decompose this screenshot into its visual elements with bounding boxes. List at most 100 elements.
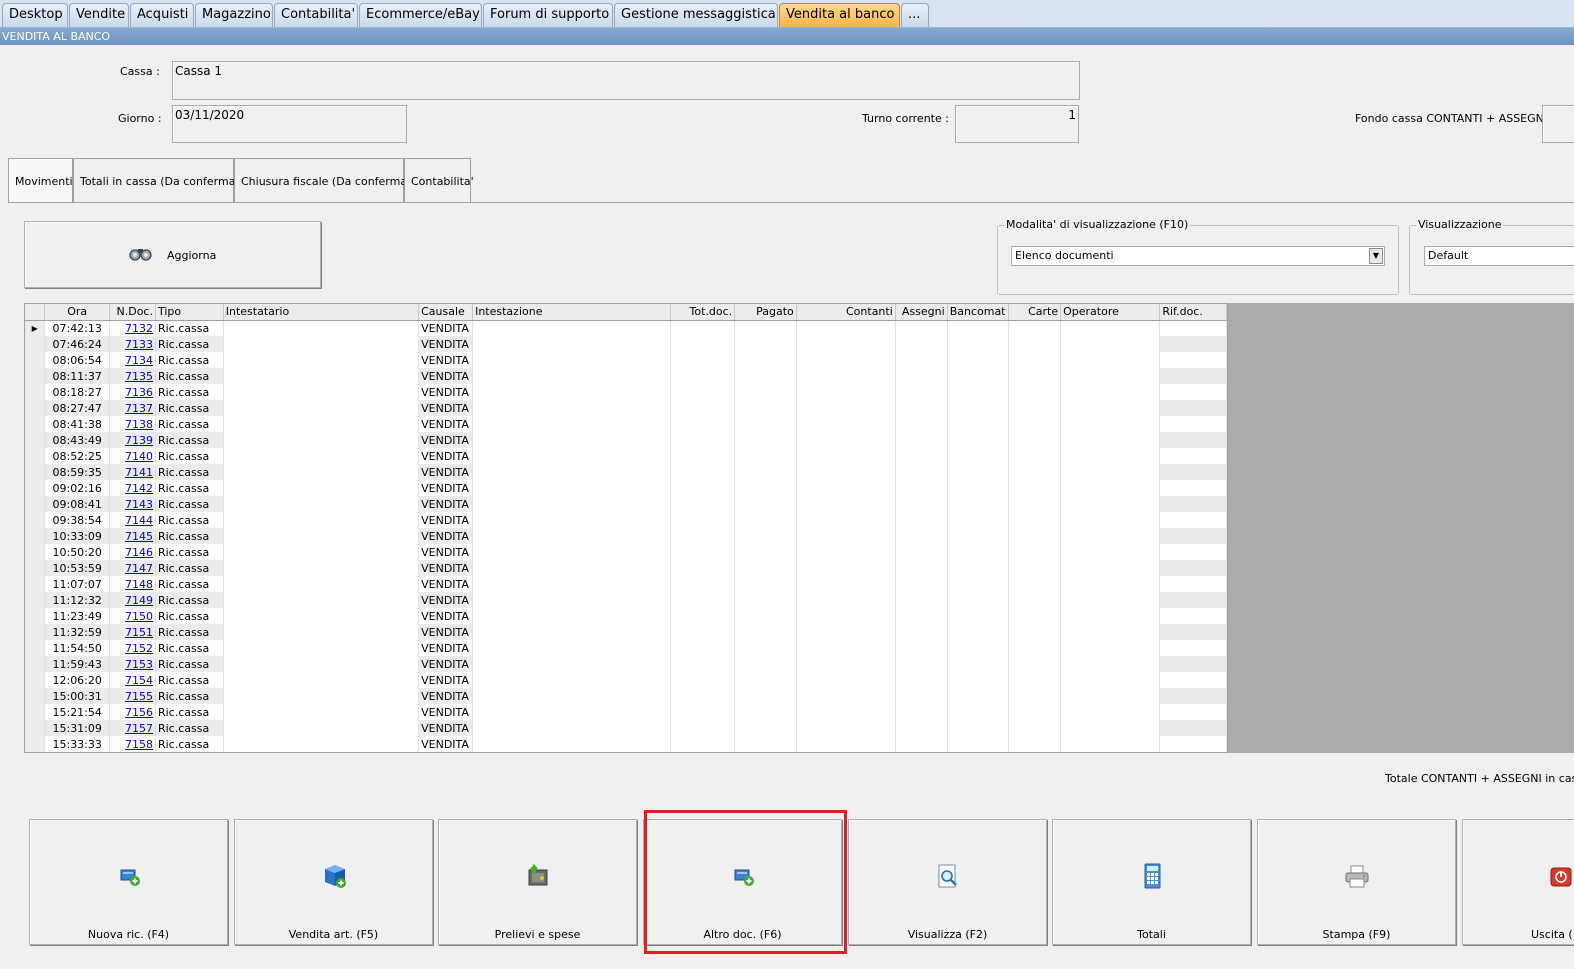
col-bancomat[interactable]: Bancomat bbox=[947, 304, 1009, 321]
tab-desktop[interactable]: Desktop bbox=[2, 3, 68, 27]
cell-ndoc[interactable]: 7142 bbox=[109, 480, 156, 496]
table-row[interactable]: 11:12:32 7149 Ric.cassa VENDITA bbox=[25, 592, 1227, 608]
col-ora[interactable]: Ora bbox=[44, 304, 111, 321]
table-row[interactable]: 08:06:54 7134 Ric.cassa VENDITA bbox=[25, 352, 1227, 368]
giorno-field[interactable]: 03/11/2020 bbox=[172, 105, 407, 143]
col-intestazione[interactable]: Intestazione bbox=[472, 304, 671, 321]
tab-vendita-banco[interactable]: Vendita al banco bbox=[779, 3, 900, 27]
cell-ndoc[interactable]: 7144 bbox=[109, 512, 156, 528]
table-row[interactable]: 15:31:09 7157 Ric.cassa VENDITA bbox=[25, 720, 1227, 736]
table-row[interactable]: 10:50:20 7146 Ric.cassa VENDITA bbox=[25, 544, 1227, 560]
vendita-articolo-button[interactable]: Vendita art. (F5) bbox=[234, 819, 433, 945]
table-row[interactable]: 08:43:49 7139 Ric.cassa VENDITA bbox=[25, 432, 1227, 448]
col-ndoc[interactable]: N.Doc. bbox=[109, 304, 156, 321]
col-assegni[interactable]: Assegni bbox=[895, 304, 948, 321]
table-row[interactable]: 07:46:24 7133 Ric.cassa VENDITA bbox=[25, 336, 1227, 352]
tab-forum[interactable]: Forum di supporto bbox=[483, 3, 613, 27]
uscita-button[interactable]: Uscita ( bbox=[1462, 819, 1574, 945]
cell-ndoc[interactable]: 7149 bbox=[109, 592, 156, 608]
cell-pagato bbox=[734, 480, 797, 496]
col-totdoc[interactable]: Tot.doc. bbox=[670, 304, 736, 321]
cell-ndoc[interactable]: 7148 bbox=[109, 576, 156, 592]
prelievi-spese-button[interactable]: Prelievi e spese bbox=[438, 819, 637, 945]
cell-ndoc[interactable]: 7132 bbox=[109, 320, 156, 336]
table-row[interactable]: 11:54:50 7152 Ric.cassa VENDITA bbox=[25, 640, 1227, 656]
cell-ndoc[interactable]: 7137 bbox=[109, 400, 156, 416]
cell-ndoc[interactable]: 7157 bbox=[109, 720, 156, 736]
table-row[interactable]: 08:27:47 7137 Ric.cassa VENDITA bbox=[25, 400, 1227, 416]
tab-messaggistica[interactable]: Gestione messaggistica bbox=[614, 3, 778, 27]
cell-ndoc[interactable]: 7146 bbox=[109, 544, 156, 560]
chevron-down-icon[interactable]: ▼ bbox=[1369, 248, 1383, 264]
cell-ndoc[interactable]: 7135 bbox=[109, 368, 156, 384]
col-carte[interactable]: Carte bbox=[1008, 304, 1062, 321]
table-row[interactable]: 09:38:54 7144 Ric.cassa VENDITA bbox=[25, 512, 1227, 528]
table-row[interactable]: 09:02:16 7142 Ric.cassa VENDITA bbox=[25, 480, 1227, 496]
visualizza-button[interactable]: Visualizza (F2) bbox=[848, 819, 1047, 945]
cell-ndoc[interactable]: 7154 bbox=[109, 672, 156, 688]
altro-documento-button[interactable]: Altro doc. (F6) bbox=[643, 819, 842, 945]
table-row[interactable]: 08:11:37 7135 Ric.cassa VENDITA bbox=[25, 368, 1227, 384]
totali-button[interactable]: Totali bbox=[1052, 819, 1251, 945]
cell-ndoc[interactable]: 7141 bbox=[109, 464, 156, 480]
tab-movimenti[interactable]: Movimenti bbox=[8, 158, 73, 203]
cell-ndoc[interactable]: 7151 bbox=[109, 624, 156, 640]
tab-contabilita-sub[interactable]: Contabilita' bbox=[404, 158, 474, 203]
tab-totali-cassa[interactable]: Totali in cassa (Da confermare) bbox=[73, 158, 251, 203]
col-causale[interactable]: Causale bbox=[418, 304, 474, 321]
cell-ndoc[interactable]: 7134 bbox=[109, 352, 156, 368]
turno-field[interactable]: 1 bbox=[955, 105, 1079, 143]
tab-magazzino[interactable]: Magazzino bbox=[195, 3, 273, 27]
table-row[interactable]: 10:33:09 7145 Ric.cassa VENDITA bbox=[25, 528, 1227, 544]
cell-ndoc[interactable]: 7145 bbox=[109, 528, 156, 544]
tab-ecommerce[interactable]: Ecommerce/eBay bbox=[359, 3, 482, 27]
col-tipo[interactable]: Tipo bbox=[155, 304, 224, 321]
modalita-select[interactable]: Elenco documenti ▼ bbox=[1011, 246, 1385, 266]
cell-ndoc[interactable]: 7139 bbox=[109, 432, 156, 448]
table-row[interactable]: 08:59:35 7141 Ric.cassa VENDITA bbox=[25, 464, 1227, 480]
stampa-button[interactable]: Stampa (F9) bbox=[1257, 819, 1456, 945]
col-intestatario[interactable]: Intestatario bbox=[223, 304, 420, 321]
col-operatore[interactable]: Operatore bbox=[1060, 304, 1161, 321]
cell-ndoc[interactable]: 7133 bbox=[109, 336, 156, 352]
visualizzazione-select[interactable]: Default bbox=[1424, 246, 1574, 266]
cassa-field[interactable]: Cassa 1 bbox=[172, 61, 1080, 100]
table-row[interactable]: 11:32:59 7151 Ric.cassa VENDITA bbox=[25, 624, 1227, 640]
table-row[interactable]: 09:08:41 7143 Ric.cassa VENDITA bbox=[25, 496, 1227, 512]
cell-ndoc[interactable]: 7152 bbox=[109, 640, 156, 656]
col-rifdoc[interactable]: Rif.doc. bbox=[1159, 304, 1227, 321]
table-row[interactable]: 08:18:27 7136 Ric.cassa VENDITA bbox=[25, 384, 1227, 400]
table-row[interactable]: 10:53:59 7147 Ric.cassa VENDITA bbox=[25, 560, 1227, 576]
cell-ndoc[interactable]: 7156 bbox=[109, 704, 156, 720]
cell-ndoc[interactable]: 7155 bbox=[109, 688, 156, 704]
cell-ndoc[interactable]: 7147 bbox=[109, 560, 156, 576]
tab-chiusura-fiscale[interactable]: Chiusura fiscale (Da confermare) bbox=[234, 158, 422, 203]
col-contanti[interactable]: Contanti bbox=[796, 304, 896, 321]
cell-ndoc[interactable]: 7136 bbox=[109, 384, 156, 400]
table-row[interactable]: 08:52:25 7140 Ric.cassa VENDITA bbox=[25, 448, 1227, 464]
nuova-ricevuta-button[interactable]: Nuova ric. (F4) bbox=[29, 819, 228, 945]
tab-more[interactable]: ... bbox=[901, 3, 929, 27]
cell-ndoc[interactable]: 7143 bbox=[109, 496, 156, 512]
tab-acquisti[interactable]: Acquisti bbox=[130, 3, 194, 27]
table-row[interactable]: 15:00:31 7155 Ric.cassa VENDITA bbox=[25, 688, 1227, 704]
table-row[interactable]: ▶ 07:42:13 7132 Ric.cassa VENDITA bbox=[25, 320, 1227, 336]
cell-ndoc[interactable]: 7158 bbox=[109, 736, 156, 752]
table-row[interactable]: 11:23:49 7150 Ric.cassa VENDITA bbox=[25, 608, 1227, 624]
col-pagato[interactable]: Pagato bbox=[734, 304, 797, 321]
table-row[interactable]: 12:06:20 7154 Ric.cassa VENDITA bbox=[25, 672, 1227, 688]
cell-ndoc[interactable]: 7140 bbox=[109, 448, 156, 464]
cell-ndoc[interactable]: 7138 bbox=[109, 416, 156, 432]
tab-contabilita[interactable]: Contabilita' bbox=[274, 3, 358, 27]
tab-vendite[interactable]: Vendite bbox=[69, 3, 129, 27]
table-row[interactable]: 11:07:07 7148 Ric.cassa VENDITA bbox=[25, 576, 1227, 592]
table-row[interactable]: 08:41:38 7138 Ric.cassa VENDITA bbox=[25, 416, 1227, 432]
cell-ndoc[interactable]: 7153 bbox=[109, 656, 156, 672]
movements-grid[interactable]: Ora N.Doc. Tipo Intestatario Causale Int… bbox=[24, 303, 1228, 753]
table-row[interactable]: 11:59:43 7153 Ric.cassa VENDITA bbox=[25, 656, 1227, 672]
fondo-cassa-field[interactable] bbox=[1542, 105, 1574, 143]
table-row[interactable]: 15:33:33 7158 Ric.cassa VENDITA bbox=[25, 736, 1227, 752]
aggiorna-button[interactable]: Aggiorna bbox=[24, 221, 321, 288]
cell-ndoc[interactable]: 7150 bbox=[109, 608, 156, 624]
table-row[interactable]: 15:21:54 7156 Ric.cassa VENDITA bbox=[25, 704, 1227, 720]
